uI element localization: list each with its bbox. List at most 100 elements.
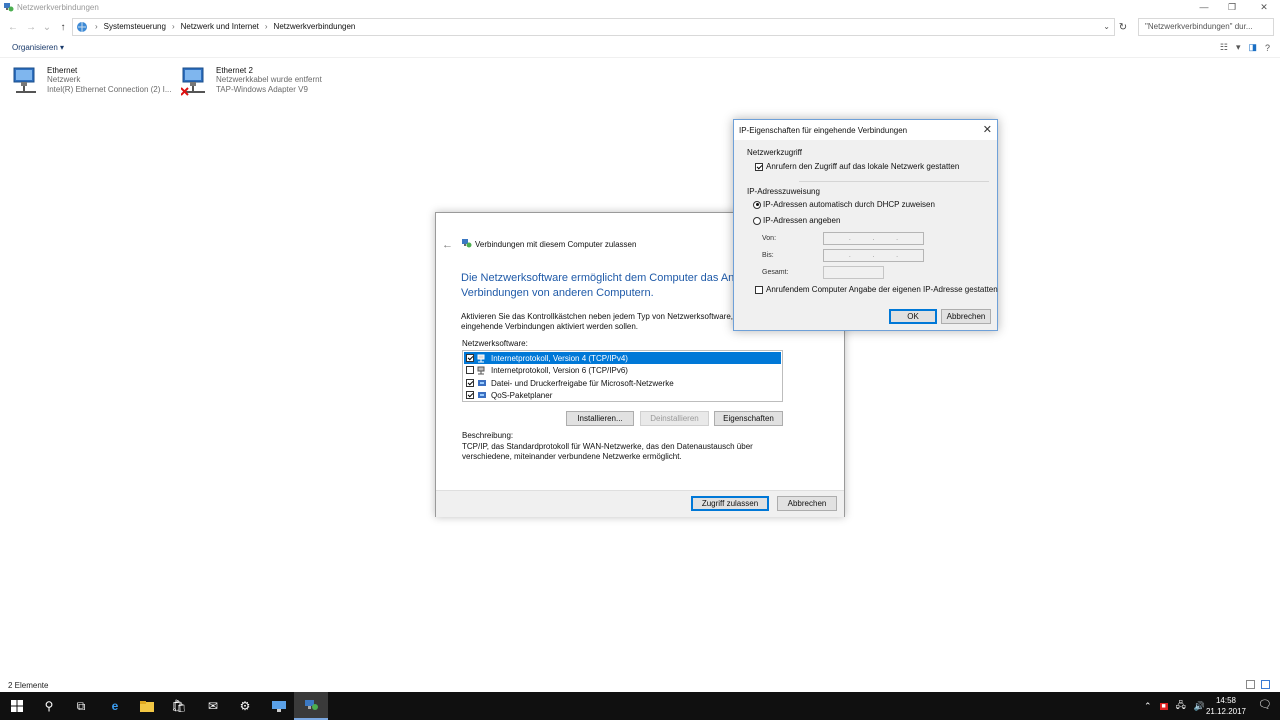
- radio-label: IP-Adressen angeben: [763, 216, 841, 225]
- up-arrow-icon[interactable]: ↑: [56, 20, 70, 34]
- list-item-ipv4[interactable]: Internetprotokoll, Version 4 (TCP/IPv4): [464, 352, 781, 364]
- list-item-label: Internetprotokoll, Version 4 (TCP/IPv4): [491, 353, 628, 363]
- chevron-down-icon[interactable]: ⌄: [1103, 22, 1110, 31]
- preview-pane-icon[interactable]: ◨: [1248, 42, 1257, 53]
- radio-button[interactable]: [753, 216, 761, 225]
- breadcrumb-systemsteuerung[interactable]: Systemsteuerung: [104, 22, 166, 31]
- from-ip-field[interactable]: ...: [823, 232, 924, 245]
- checkbox[interactable]: [466, 366, 474, 374]
- folder-icon: [140, 700, 154, 712]
- close-icon[interactable]: ✕: [983, 123, 992, 136]
- connection-name: Ethernet 2: [216, 66, 253, 75]
- mail-icon[interactable]: ✉: [196, 692, 230, 720]
- to-label: Bis:: [762, 252, 774, 259]
- breadcrumb-netzwerkverbindungen[interactable]: Netzwerkverbindungen: [274, 22, 356, 31]
- dialog-footer: Zugriff zulassen Abbrechen: [436, 490, 844, 517]
- list-item-file-sharing[interactable]: Datei- und Druckerfreigabe für Microsoft…: [464, 377, 781, 389]
- taskbar: ⚲ ⧉ e 🛍 ✉ ⚙ ⌃ ■ 🖧 🔊 14:58 21.12.2017 🗨: [0, 692, 1280, 720]
- description-line: verschiedene, miteinander verbundene Net…: [462, 452, 682, 461]
- cancel-button[interactable]: Abbrechen: [941, 309, 991, 324]
- network-connections-icon: [462, 239, 472, 248]
- forward-arrow-icon[interactable]: →: [24, 20, 38, 34]
- close-button[interactable]: ✕: [1250, 0, 1278, 14]
- network-tray-icon[interactable]: 🖧: [1176, 698, 1186, 714]
- checkbox[interactable]: [466, 391, 474, 399]
- checkbox[interactable]: [466, 354, 474, 362]
- list-item-qos[interactable]: QoS-Paketplaner: [464, 389, 781, 401]
- list-item-label: QoS-Paketplaner: [491, 390, 553, 400]
- edge-browser-icon[interactable]: e: [98, 692, 132, 720]
- properties-button[interactable]: Eigenschaften: [714, 411, 783, 426]
- minimize-button[interactable]: —: [1190, 0, 1218, 14]
- remote-desktop-icon[interactable]: [262, 692, 296, 720]
- checkbox[interactable]: [466, 379, 474, 387]
- store-icon[interactable]: 🛍: [162, 692, 196, 720]
- antivirus-icon[interactable]: ■: [1159, 702, 1168, 710]
- network-connections-taskbar-icon[interactable]: [294, 692, 328, 720]
- checkbox-label: Anrufern den Zugriff auf das lokale Netz…: [766, 162, 960, 171]
- help-icon[interactable]: ?: [1265, 43, 1270, 53]
- cancel-button[interactable]: Abbrechen: [777, 496, 837, 511]
- breadcrumb-netzwerk-internet[interactable]: Netzwerk und Internet: [181, 22, 259, 31]
- maximize-button[interactable]: ❐: [1218, 0, 1246, 14]
- back-arrow-icon[interactable]: ←: [442, 239, 453, 251]
- ip-properties-dialog: IP-Eigenschaften für eingehende Verbindu…: [733, 119, 998, 331]
- recent-dropdown-icon[interactable]: ⌄: [40, 20, 54, 34]
- back-arrow-icon[interactable]: ←: [6, 20, 20, 34]
- start-windows-icon[interactable]: [0, 692, 34, 720]
- network-software-label: Netzwerksoftware:: [462, 339, 528, 348]
- details-view-icon[interactable]: [1246, 680, 1255, 689]
- action-center-icon[interactable]: 🗨: [1258, 698, 1272, 711]
- checkbox[interactable]: [755, 285, 763, 294]
- caller-ip-checkbox[interactable]: Anrufendem Computer Angabe der eigenen I…: [753, 285, 998, 294]
- refresh-icon[interactable]: ↻: [1116, 19, 1130, 35]
- connection-name: Ethernet: [47, 66, 78, 75]
- item-count: 2 Elemente: [8, 681, 49, 690]
- view-dropdown-icon[interactable]: ▾: [1236, 42, 1241, 53]
- clock-date: 21.12.2017: [1205, 707, 1246, 716]
- description-label: Beschreibung:: [462, 431, 514, 440]
- dialog-title: IP-Eigenschaften für eingehende Verbindu…: [739, 126, 908, 135]
- file-explorer-icon[interactable]: [130, 692, 164, 720]
- list-item-ipv6[interactable]: Internetprotokoll, Version 6 (TCP/IPv6): [464, 364, 781, 376]
- connection-status: Netzwerk: [47, 75, 81, 84]
- chevron-right-icon: ›: [171, 22, 175, 31]
- to-ip-field[interactable]: ...: [823, 249, 924, 262]
- address-bar[interactable]: › Systemsteuerung › Netzwerk und Interne…: [72, 18, 1115, 36]
- task-view-icon[interactable]: ⧉: [64, 692, 98, 720]
- volume-icon[interactable]: 🔊: [1194, 701, 1205, 712]
- status-bar: 2 Elemente: [0, 679, 1280, 692]
- list-item-label: Internetprotokoll, Version 6 (TCP/IPv6): [491, 365, 628, 375]
- connection-item-ethernet[interactable]: Ethernet Netzwerk Intel(R) Ethernet Conn…: [12, 64, 177, 100]
- clock[interactable]: 14:58 21.12.2017: [1206, 695, 1246, 717]
- window-titlebar: Netzwerkverbindungen — ❐ ✕: [0, 0, 1280, 16]
- specify-ip-radio[interactable]: IP-Adressen angeben: [753, 216, 840, 225]
- allow-lan-access-checkbox[interactable]: Anrufern den Zugriff auf das lokale Netz…: [753, 162, 959, 171]
- ok-button[interactable]: OK: [889, 309, 937, 324]
- network-connections-icon: [4, 3, 14, 12]
- radio-button[interactable]: [753, 200, 761, 209]
- uninstall-button[interactable]: Deinstallieren: [640, 411, 709, 426]
- chevron-up-icon[interactable]: ⌃: [1144, 701, 1152, 712]
- checkbox[interactable]: [755, 162, 763, 171]
- dhcp-radio[interactable]: IP-Adressen automatisch durch DHCP zuwei…: [753, 200, 935, 209]
- organize-menu[interactable]: Organisieren ▾: [12, 43, 64, 52]
- settings-gear-icon[interactable]: ⚙: [228, 692, 262, 720]
- network-adapter-disconnected-icon: [181, 67, 205, 96]
- protocol-icon: [477, 366, 485, 374]
- change-view-icon[interactable]: ☷: [1220, 42, 1228, 53]
- windows-logo-icon: [11, 700, 23, 712]
- monitor-icon: [272, 700, 286, 712]
- large-icons-view-icon[interactable]: [1261, 680, 1270, 689]
- radio-label: IP-Adressen automatisch durch DHCP zuwei…: [763, 200, 935, 209]
- divider: [799, 181, 989, 182]
- connection-item-ethernet-2[interactable]: Ethernet 2 Netzwerkkabel wurde entfernt …: [181, 64, 346, 100]
- chevron-right-icon: ›: [95, 22, 98, 31]
- ip-assignment-group-label: IP-Adresszuweisung: [747, 187, 820, 196]
- allow-access-button[interactable]: Zugriff zulassen: [691, 496, 769, 511]
- total-label: Gesamt:: [762, 269, 789, 276]
- install-button[interactable]: Installieren...: [566, 411, 634, 426]
- search-input[interactable]: "Netzwerkverbindungen" dur...: [1138, 18, 1274, 36]
- search-icon[interactable]: ⚲: [32, 692, 66, 720]
- connection-adapter: Intel(R) Ethernet Connection (2) I...: [47, 85, 172, 94]
